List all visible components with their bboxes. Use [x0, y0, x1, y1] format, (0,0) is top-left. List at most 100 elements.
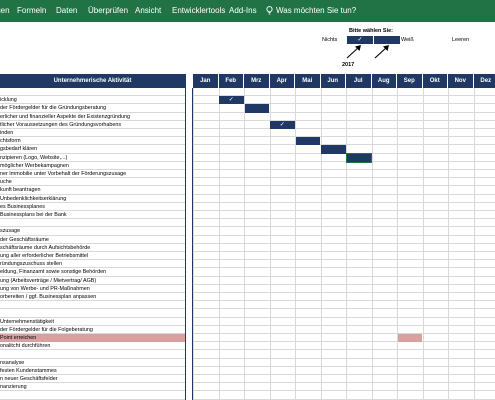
tell-me-box[interactable]: Was möchten Sie tun? [266, 4, 356, 17]
activity-cell[interactable]: der Fördergelder für die Folgeberatung [0, 326, 185, 334]
table-row[interactable]: kunft beantragen [0, 186, 495, 195]
gantt-bar-mrz[interactable] [244, 104, 269, 113]
table-row[interactable]: szusage [0, 227, 495, 236]
table-row[interactable]: ung von Werbe- und PR-Maßnahmen [0, 285, 495, 293]
activity-cell[interactable]: nsanalyse [0, 359, 185, 367]
activity-cell[interactable]: nanzierung [0, 383, 185, 391]
activity-cell[interactable]: ung aller erforderlicher Betriebsmittel [0, 252, 185, 260]
tab-entwicklertools[interactable]: Entwicklertools [172, 6, 225, 15]
activity-cell[interactable]: uche [0, 178, 185, 186]
table-row[interactable]: orbereiten / ggf. Businessplan anpassen [0, 293, 495, 302]
table-row[interactable]: festen Kundenstammes [0, 367, 495, 375]
table-row[interactable]: Unternehmenstätigkeit [0, 318, 495, 326]
activity-cell[interactable] [0, 88, 185, 96]
table-row[interactable]: nanzierung [0, 383, 495, 392]
table-row[interactable]: n neuer Geschäftsfelder [0, 375, 495, 384]
table-row[interactable]: eldung, Finanzamt sowie sonstige Behörde… [0, 268, 495, 277]
activity-cell[interactable]: ung von Werbe- und PR-Maßnahmen [0, 285, 185, 293]
activity-cell[interactable]: festen Kundenstammes [0, 367, 185, 375]
table-row[interactable] [0, 301, 495, 310]
legend-box-checked[interactable]: ✓ [347, 36, 373, 44]
activity-cell[interactable]: ung (Arbeitsverträge / Mietvertrag/ AGB) [0, 277, 185, 285]
activity-cell[interactable]: der Fördergelder für die Gründungsberatu… [0, 104, 185, 112]
table-row[interactable]: der Geschäftsräume [0, 236, 495, 244]
table-row[interactable]: tlicher Voraussetzungen des Gründungsvor… [0, 121, 495, 129]
legend-label-leeren: Leeren [452, 37, 470, 43]
table-row[interactable] [0, 309, 495, 318]
table-row[interactable] [0, 88, 495, 97]
table-row[interactable]: ründungszuschuss stellen [0, 260, 495, 269]
activity-cell[interactable]: tlicher Voraussetzungen des Gründungsvor… [0, 121, 185, 129]
table-row[interactable]: inden [0, 129, 495, 138]
table-row[interactable]: möglicher Werbekampagnen [0, 162, 495, 170]
month-header-mrz: Mrz [244, 74, 270, 88]
grid-line [269, 88, 271, 400]
table-row[interactable]: schäftsräume durch Aufsichtsbehörde [0, 244, 495, 252]
table-row[interactable] [0, 391, 495, 400]
activity-cell[interactable]: eldung, Finanzamt sowie sonstige Behörde… [0, 268, 185, 276]
tab-formeln[interactable]: Formeln [17, 6, 46, 15]
activity-cell[interactable]: ner Immobilie unter Vorbehalt der Förder… [0, 170, 185, 178]
grid-line [295, 88, 296, 400]
gantt-bar-sep[interactable] [397, 334, 422, 343]
lightbulb-icon [266, 6, 273, 15]
activity-cell[interactable]: es Businessplanes [0, 203, 185, 211]
activity-cell[interactable]: ründungszuschuss stellen [0, 260, 185, 268]
gantt-bar-apr[interactable]: ✓ [270, 120, 295, 129]
table-row[interactable]: ner Immobilie unter Vorbehalt der Förder… [0, 170, 495, 179]
activity-cell[interactable]: schäftsräume durch Aufsichtsbehörde [0, 244, 185, 252]
legend-box-filled[interactable] [374, 36, 400, 44]
table-row[interactable]: icklung [0, 96, 495, 105]
activity-cell[interactable]: orbereiten / ggf. Businessplan anpassen [0, 293, 185, 301]
activity-cell[interactable]: chtsform [0, 137, 185, 145]
table-row[interactable]: chtsform [0, 137, 495, 146]
activity-cell[interactable] [0, 219, 185, 227]
activity-cell[interactable]: inden [0, 129, 185, 137]
table-row[interactable]: ung (Arbeitsverträge / Mietvertrag/ AGB) [0, 277, 495, 285]
tab-ansicht[interactable]: Ansicht [135, 6, 161, 15]
activity-cell[interactable]: nzipieren (Logo, Website,...) [0, 154, 185, 162]
activity-cell[interactable] [0, 350, 185, 358]
tab-ueberpruefen[interactable]: Überprüfen [88, 6, 128, 15]
table-row[interactable]: gsbedarf klären [0, 145, 495, 154]
table-row[interactable]: onalitcht durchführen [0, 342, 495, 351]
activity-cell[interactable]: kunft beantragen [0, 186, 185, 194]
activity-cell[interactable]: szusage [0, 227, 185, 235]
table-row[interactable]: uche [0, 178, 495, 187]
arrow-up-right-icon [346, 45, 361, 59]
gantt-bar-jul[interactable] [345, 152, 372, 163]
table-row[interactable]: der Fördergelder für die Folgeberatung [0, 326, 495, 334]
gantt-bar-jun[interactable] [321, 145, 346, 154]
tab-daten[interactable]: Daten [56, 6, 77, 15]
activity-cell[interactable]: erlicher und finanzieller Aspekte der Ex… [0, 113, 185, 121]
check-icon: ✓ [357, 37, 363, 43]
activity-cell[interactable] [0, 391, 185, 399]
activity-cell[interactable]: Businessplans bei der Bank [0, 211, 185, 219]
activity-cell[interactable]: gsbedarf klären [0, 145, 185, 153]
activity-cell[interactable]: n neuer Geschäftsfelder [0, 375, 185, 383]
activity-cell[interactable]: Point erreichen [0, 334, 185, 342]
table-row[interactable] [0, 350, 495, 359]
activity-cell[interactable] [0, 309, 185, 317]
grid-line [244, 88, 245, 400]
table-row[interactable] [0, 219, 495, 228]
table-row[interactable]: ung aller erforderlicher Betriebsmittel [0, 252, 495, 261]
table-row[interactable]: nzipieren (Logo, Website,...) [0, 154, 495, 162]
gantt-bar-mai[interactable] [295, 137, 320, 146]
activity-cell[interactable]: Unbedenklichkeitserklärung [0, 195, 185, 203]
table-row[interactable]: Businessplans bei der Bank [0, 211, 495, 220]
activity-cell[interactable]: Unternehmenstätigkeit [0, 318, 185, 326]
tab-einfuegen[interactable]: Einfügen [0, 6, 10, 15]
tab-add-ins[interactable]: Add-Ins [229, 6, 257, 15]
month-header-sep: Sep [397, 74, 423, 88]
table-row[interactable]: erlicher und finanzieller Aspekte der Ex… [0, 113, 495, 121]
activity-cell[interactable]: der Geschäftsräume [0, 236, 185, 244]
activity-cell[interactable]: icklung [0, 96, 185, 104]
gantt-bar-feb[interactable]: ✓ [219, 96, 244, 105]
activity-cell[interactable] [0, 301, 185, 309]
table-row[interactable]: Unbedenklichkeitserklärung [0, 195, 495, 203]
activity-cell[interactable]: onalitcht durchführen [0, 342, 185, 350]
table-row[interactable]: nsanalyse [0, 359, 495, 367]
table-row[interactable]: es Businessplanes [0, 203, 495, 211]
activity-cell[interactable]: möglicher Werbekampagnen [0, 162, 185, 170]
